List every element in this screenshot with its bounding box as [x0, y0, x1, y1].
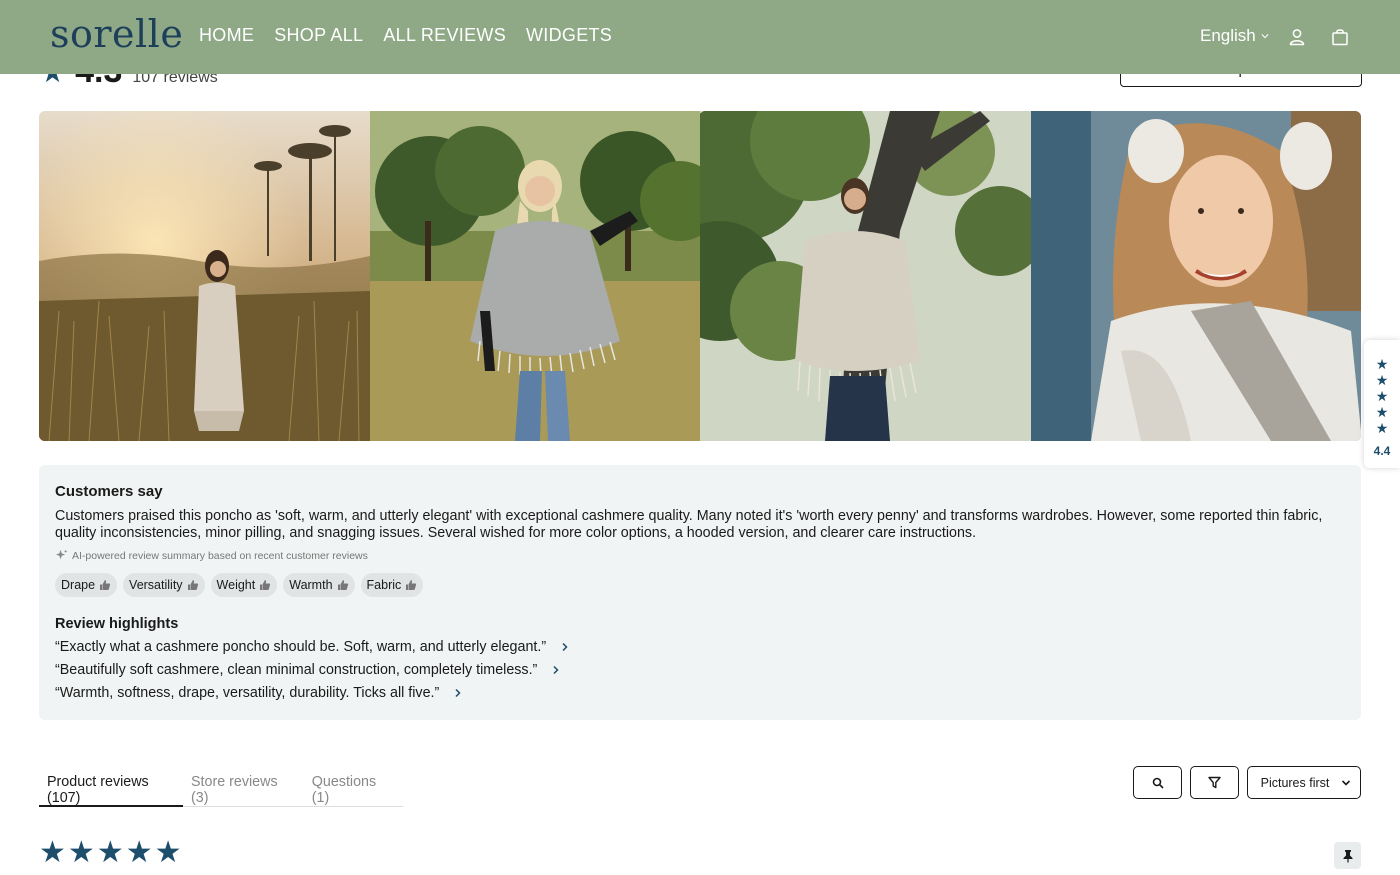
star-icon: ★ [1375, 420, 1389, 436]
pin-icon [1343, 849, 1352, 862]
review-photo-gallery [39, 111, 1361, 441]
chevron-down-icon [1261, 34, 1269, 39]
star-icon: ★ [1375, 404, 1389, 420]
star-icon: ★ [1375, 388, 1389, 404]
highlight-text: “Exactly what a cashmere poncho should b… [55, 639, 547, 655]
review-rating: ★ ★ ★ ★ ★ [39, 838, 182, 868]
tag-label: Weight [216, 578, 256, 592]
highlight-text: “Warmth, softness, drape, versatility, d… [55, 685, 440, 701]
review-photo[interactable] [369, 111, 700, 441]
review-photo[interactable] [39, 111, 370, 441]
sort-label: Pictures first [1260, 775, 1330, 790]
chevron-down-icon [1342, 779, 1351, 786]
page: ★ 4.3 107 reviews Ask a question sorelle… [0, 0, 1400, 875]
topic-tags: Drape Versatility Weight Warmth Fabric [55, 573, 1345, 597]
review-tabs: Product reviews (107) Store reviews (3) … [39, 760, 403, 807]
filter-icon [1208, 776, 1221, 789]
floating-rating-value: 4.4 [1373, 444, 1391, 458]
review-highlight[interactable]: “Beautifully soft cashmere, clean minima… [55, 662, 1345, 678]
star-icon: ★ [154, 836, 182, 869]
review-photo[interactable] [1030, 111, 1361, 441]
thumbs-up-icon [406, 580, 417, 590]
sparkle-icon [55, 549, 68, 560]
language-label: English [1200, 26, 1256, 45]
site-header: sorelle HOME SHOP ALL ALL REVIEWS WIDGET… [0, 0, 1400, 74]
review-highlight[interactable]: “Warmth, softness, drape, versatility, d… [55, 685, 1345, 701]
thumbs-up-icon [187, 580, 198, 590]
nav-all-reviews[interactable]: ALL REVIEWS [383, 25, 506, 46]
review-highlight[interactable]: “Exactly what a cashmere poncho should b… [55, 639, 1345, 655]
star-icon: ★ [96, 836, 124, 869]
nav-widgets[interactable]: WIDGETS [526, 25, 612, 46]
tag-label: Drape [61, 578, 96, 592]
topic-tag-drape[interactable]: Drape [55, 573, 118, 597]
tab-store-reviews[interactable]: Store reviews (3) [183, 760, 304, 807]
star-icon: ★ [125, 836, 153, 869]
summary-text: Customers praised this poncho as 'soft, … [55, 508, 1323, 541]
main-nav: HOME SHOP ALL ALL REVIEWS WIDGETS [199, 25, 612, 46]
topic-tag-fabric[interactable]: Fabric [360, 573, 424, 597]
logo[interactable]: sorelle [50, 12, 183, 56]
highlights-title: Review highlights [55, 616, 179, 632]
star-icon: ★ [1375, 372, 1389, 388]
ai-note: AI-powered review summary based on recen… [55, 549, 1345, 562]
tab-questions[interactable]: Questions (1) [304, 760, 403, 807]
chevron-right-icon [455, 688, 461, 698]
tag-label: Warmth [289, 578, 333, 592]
chevron-right-icon [553, 665, 559, 675]
search-button[interactable] [1133, 766, 1182, 799]
language-selector[interactable]: English [1200, 26, 1269, 46]
nav-home[interactable]: HOME [199, 25, 254, 46]
filter-button[interactable] [1190, 766, 1239, 799]
tag-label: Fabric [366, 578, 402, 592]
topic-tag-warmth[interactable]: Warmth [283, 573, 355, 597]
tag-label: Versatility [129, 578, 183, 592]
topic-tag-versatility[interactable]: Versatility [123, 573, 205, 597]
thumbs-up-icon [260, 580, 271, 590]
cart-icon[interactable] [1330, 27, 1350, 47]
nav-shop-all[interactable]: SHOP ALL [274, 25, 363, 46]
review-photo[interactable] [700, 111, 1031, 441]
star-icon: ★ [1375, 356, 1389, 372]
pinned-review-badge [1334, 842, 1361, 869]
account-icon[interactable] [1287, 27, 1307, 47]
chevron-right-icon [562, 642, 568, 652]
ai-note-text: AI-powered review summary based on recen… [72, 549, 368, 562]
ai-summary-card: Customers say Customers praised this pon… [39, 465, 1361, 720]
star-icon: ★ [67, 836, 95, 869]
star-icon: ★ [39, 836, 66, 869]
summary-title: Customers say [55, 483, 163, 500]
highlight-text: “Beautifully soft cashmere, clean minima… [55, 662, 538, 678]
sort-select[interactable]: Pictures first [1247, 766, 1361, 799]
tab-product-reviews[interactable]: Product reviews (107) [39, 760, 183, 807]
thumbs-up-icon [337, 580, 348, 590]
thumbs-up-icon [100, 580, 111, 590]
floating-rating-badge[interactable]: ★ ★ ★ ★ ★ 4.4 [1364, 340, 1400, 468]
search-icon [1152, 777, 1164, 789]
topic-tag-weight[interactable]: Weight [210, 573, 278, 597]
